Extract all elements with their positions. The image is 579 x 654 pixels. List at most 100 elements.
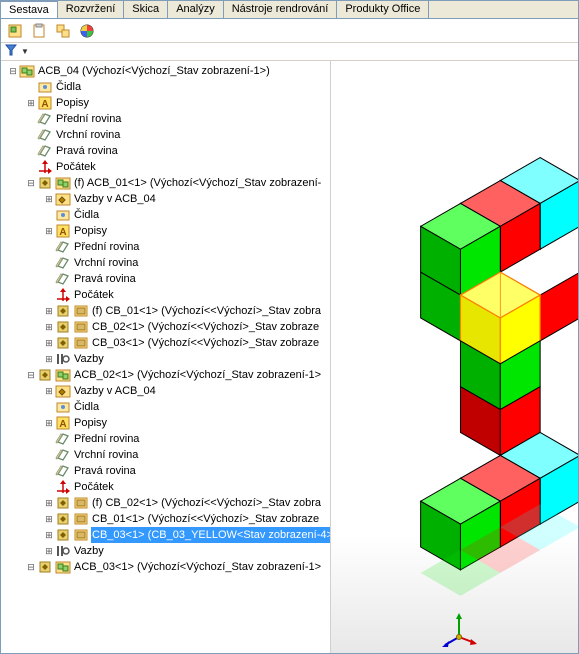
expand-icon[interactable]: ⊞ bbox=[43, 191, 55, 207]
tree-item-label: CB_01<1> (Výchozí<<Výchozí>_Stav zobraze bbox=[91, 511, 319, 527]
sensor-icon bbox=[55, 207, 71, 223]
tree-item-label: (f) CB_02<1> (Výchozí<<Výchozí>_Stav zob… bbox=[91, 495, 321, 511]
tree-item[interactable]: Pravá rovina bbox=[3, 463, 330, 479]
tree-item-label: Počátek bbox=[73, 479, 114, 495]
expand-icon[interactable]: ⊞ bbox=[43, 335, 55, 351]
plane-icon bbox=[37, 127, 53, 143]
tree-item[interactable]: Počátek bbox=[3, 159, 330, 175]
part-icon bbox=[73, 319, 89, 335]
expand-icon[interactable]: ⊞ bbox=[43, 223, 55, 239]
expand-icon[interactable]: ⊞ bbox=[43, 511, 55, 527]
note-icon: A bbox=[55, 415, 71, 431]
tree-item[interactable]: ⊞CB_03<1> (CB_03_YELLOW<Stav zobrazení-4… bbox=[3, 527, 330, 543]
tree-item-label: Přední rovina bbox=[55, 111, 121, 127]
feature-tree[interactable]: ⊟ ACB_04 (Výchozí<Výchozí_Stav zobrazení-… bbox=[1, 61, 331, 653]
filter-icon[interactable] bbox=[5, 44, 17, 59]
collapse-icon[interactable]: ⊟ bbox=[25, 559, 37, 575]
tab-nástroje-rendrování[interactable]: Nástroje rendrování bbox=[224, 1, 338, 18]
tree-item[interactable]: ⊞Vazby bbox=[3, 543, 330, 559]
note-icon: A bbox=[55, 223, 71, 239]
origin-icon bbox=[55, 479, 71, 495]
asm2-icon bbox=[55, 559, 71, 575]
tab-analýzy[interactable]: Analýzy bbox=[168, 1, 224, 18]
tree-item-label: CB_02<1> (Výchozí<<Výchozí>_Stav zobraze bbox=[91, 319, 319, 335]
tree-item[interactable]: Čidla bbox=[3, 399, 330, 415]
tree-item[interactable]: ⊟ACB_03<1> (Výchozí<Výchozí_Stav zobraze… bbox=[3, 559, 330, 575]
tree-item[interactable]: ⊞ CB_02<1> (Výchozí<<Výchozí>_Stav zobraz… bbox=[3, 319, 330, 335]
view-triad-icon bbox=[439, 607, 479, 647]
tree-item[interactable]: Vrchní rovina bbox=[3, 447, 330, 463]
tab-rozvržení[interactable]: Rozvržení bbox=[58, 1, 125, 18]
tab-produkty-office[interactable]: Produkty Office bbox=[337, 1, 429, 18]
part-icon bbox=[73, 495, 89, 511]
tree-item[interactable]: ⊞ CB_01<1> (Výchozí<<Výchozí>_Stav zobraz… bbox=[3, 511, 330, 527]
graphics-viewport[interactable] bbox=[331, 61, 578, 653]
tree-item[interactable]: ⊞(f) CB_01<1> (Výchozí<<Výchozí>_Stav zo… bbox=[3, 303, 330, 319]
tab-sestava[interactable]: Sestava bbox=[1, 1, 58, 18]
tree-item[interactable]: Přední rovina bbox=[3, 239, 330, 255]
tree-item[interactable]: Pravá rovina bbox=[3, 143, 330, 159]
tree-item-label: ACB_02<1> (Výchozí<Výchozí_Stav zobrazen… bbox=[73, 367, 321, 383]
origin-icon bbox=[55, 287, 71, 303]
tree-item[interactable]: Počátek bbox=[3, 287, 330, 303]
tree-item[interactable]: Vrchní rovina bbox=[3, 127, 330, 143]
tree-item[interactable]: ⊞APopisy bbox=[3, 223, 330, 239]
tree-item[interactable]: ⊞ A Popisy bbox=[3, 415, 330, 431]
expand-icon[interactable]: ⊞ bbox=[43, 543, 55, 559]
tree-item[interactable]: Počátek bbox=[3, 479, 330, 495]
svg-text:A: A bbox=[59, 227, 66, 238]
tree-item[interactable]: ⊞Vazby v ACB_04 bbox=[3, 383, 330, 399]
fm-clipboard-button[interactable] bbox=[29, 21, 49, 41]
collapse-icon[interactable]: ⊟ bbox=[7, 63, 19, 79]
tree-item[interactable]: ⊟ ACB_04 (Výchozí<Výchozí_Stav zobrazení-… bbox=[3, 63, 330, 79]
tree-item[interactable]: ⊞ (f) CB_02<1> (Výchozí<<Výchozí>_Stav zo… bbox=[3, 495, 330, 511]
origin-icon bbox=[37, 159, 53, 175]
tree-item-label: Čidla bbox=[73, 207, 99, 223]
tree-item-label: Pravá rovina bbox=[73, 463, 136, 479]
tree-item-label: Pravá rovina bbox=[73, 271, 136, 287]
expand-icon[interactable]: ⊞ bbox=[43, 527, 55, 543]
expand-icon[interactable]: ⊞ bbox=[25, 95, 37, 111]
tree-item[interactable]: ⊞CB_03<1> (Výchozí<<Výchozí>_Stav zobraz… bbox=[3, 335, 330, 351]
tree-item[interactable]: ⊞Vazby bbox=[3, 351, 330, 367]
fm-appearance-button[interactable] bbox=[77, 21, 97, 41]
expand-icon[interactable]: ⊞ bbox=[43, 495, 55, 511]
collapse-icon[interactable]: ⊟ bbox=[25, 175, 37, 191]
tree-item-label: Přední rovina bbox=[73, 239, 139, 255]
tab-skica[interactable]: Skica bbox=[124, 1, 168, 18]
tree-item[interactable]: Vrchní rovina bbox=[3, 255, 330, 271]
part-icon bbox=[73, 511, 89, 527]
tree-item[interactable]: ⊟ ACB_02<1> (Výchozí<Výchozí_Stav zobraze… bbox=[3, 367, 330, 383]
filter-dropdown-icon[interactable]: ▼ bbox=[21, 47, 29, 56]
rebuild-state-icon bbox=[37, 367, 53, 383]
expand-icon[interactable]: ⊞ bbox=[43, 415, 55, 431]
svg-text:A: A bbox=[59, 419, 66, 430]
tree-item[interactable]: Čidla bbox=[3, 207, 330, 223]
tree-item-label: Popisy bbox=[73, 415, 107, 431]
tree-item[interactable]: Čidla bbox=[3, 79, 330, 95]
plane-icon bbox=[55, 271, 71, 287]
expand-icon[interactable]: ⊞ bbox=[43, 303, 55, 319]
tree-item[interactable]: ⊟ (f) ACB_01<1> (Výchozí<Výchozí_Stav zob… bbox=[3, 175, 330, 191]
part-icon bbox=[73, 303, 89, 319]
tree-item[interactable]: Přední rovina bbox=[3, 431, 330, 447]
expand-icon[interactable]: ⊞ bbox=[43, 383, 55, 399]
plane-icon bbox=[55, 447, 71, 463]
tree-item[interactable]: Přední rovina bbox=[3, 111, 330, 127]
tree-item[interactable]: Pravá rovina bbox=[3, 271, 330, 287]
asm-icon bbox=[19, 63, 35, 79]
expand-icon[interactable]: ⊞ bbox=[43, 351, 55, 367]
plane-icon bbox=[55, 239, 71, 255]
tree-item[interactable]: ⊞ Vazby v ACB_04 bbox=[3, 191, 330, 207]
fm-config-button[interactable] bbox=[53, 21, 73, 41]
collapse-icon[interactable]: ⊟ bbox=[25, 367, 37, 383]
mates2-icon bbox=[55, 351, 71, 367]
expand-icon[interactable]: ⊞ bbox=[43, 319, 55, 335]
tree-item[interactable]: ⊞APopisy bbox=[3, 95, 330, 111]
tree-item-label: Vazby v ACB_04 bbox=[73, 191, 156, 207]
sensor-icon bbox=[37, 79, 53, 95]
fm-assembly-button[interactable] bbox=[5, 21, 25, 41]
tree-item-label: (f) ACB_01<1> (Výchozí<Výchozí_Stav zobr… bbox=[73, 175, 321, 191]
tree-item-label: Vrchní rovina bbox=[73, 255, 138, 271]
tree-item-label: ACB_04 (Výchozí<Výchozí_Stav zobrazení-1… bbox=[37, 63, 270, 79]
